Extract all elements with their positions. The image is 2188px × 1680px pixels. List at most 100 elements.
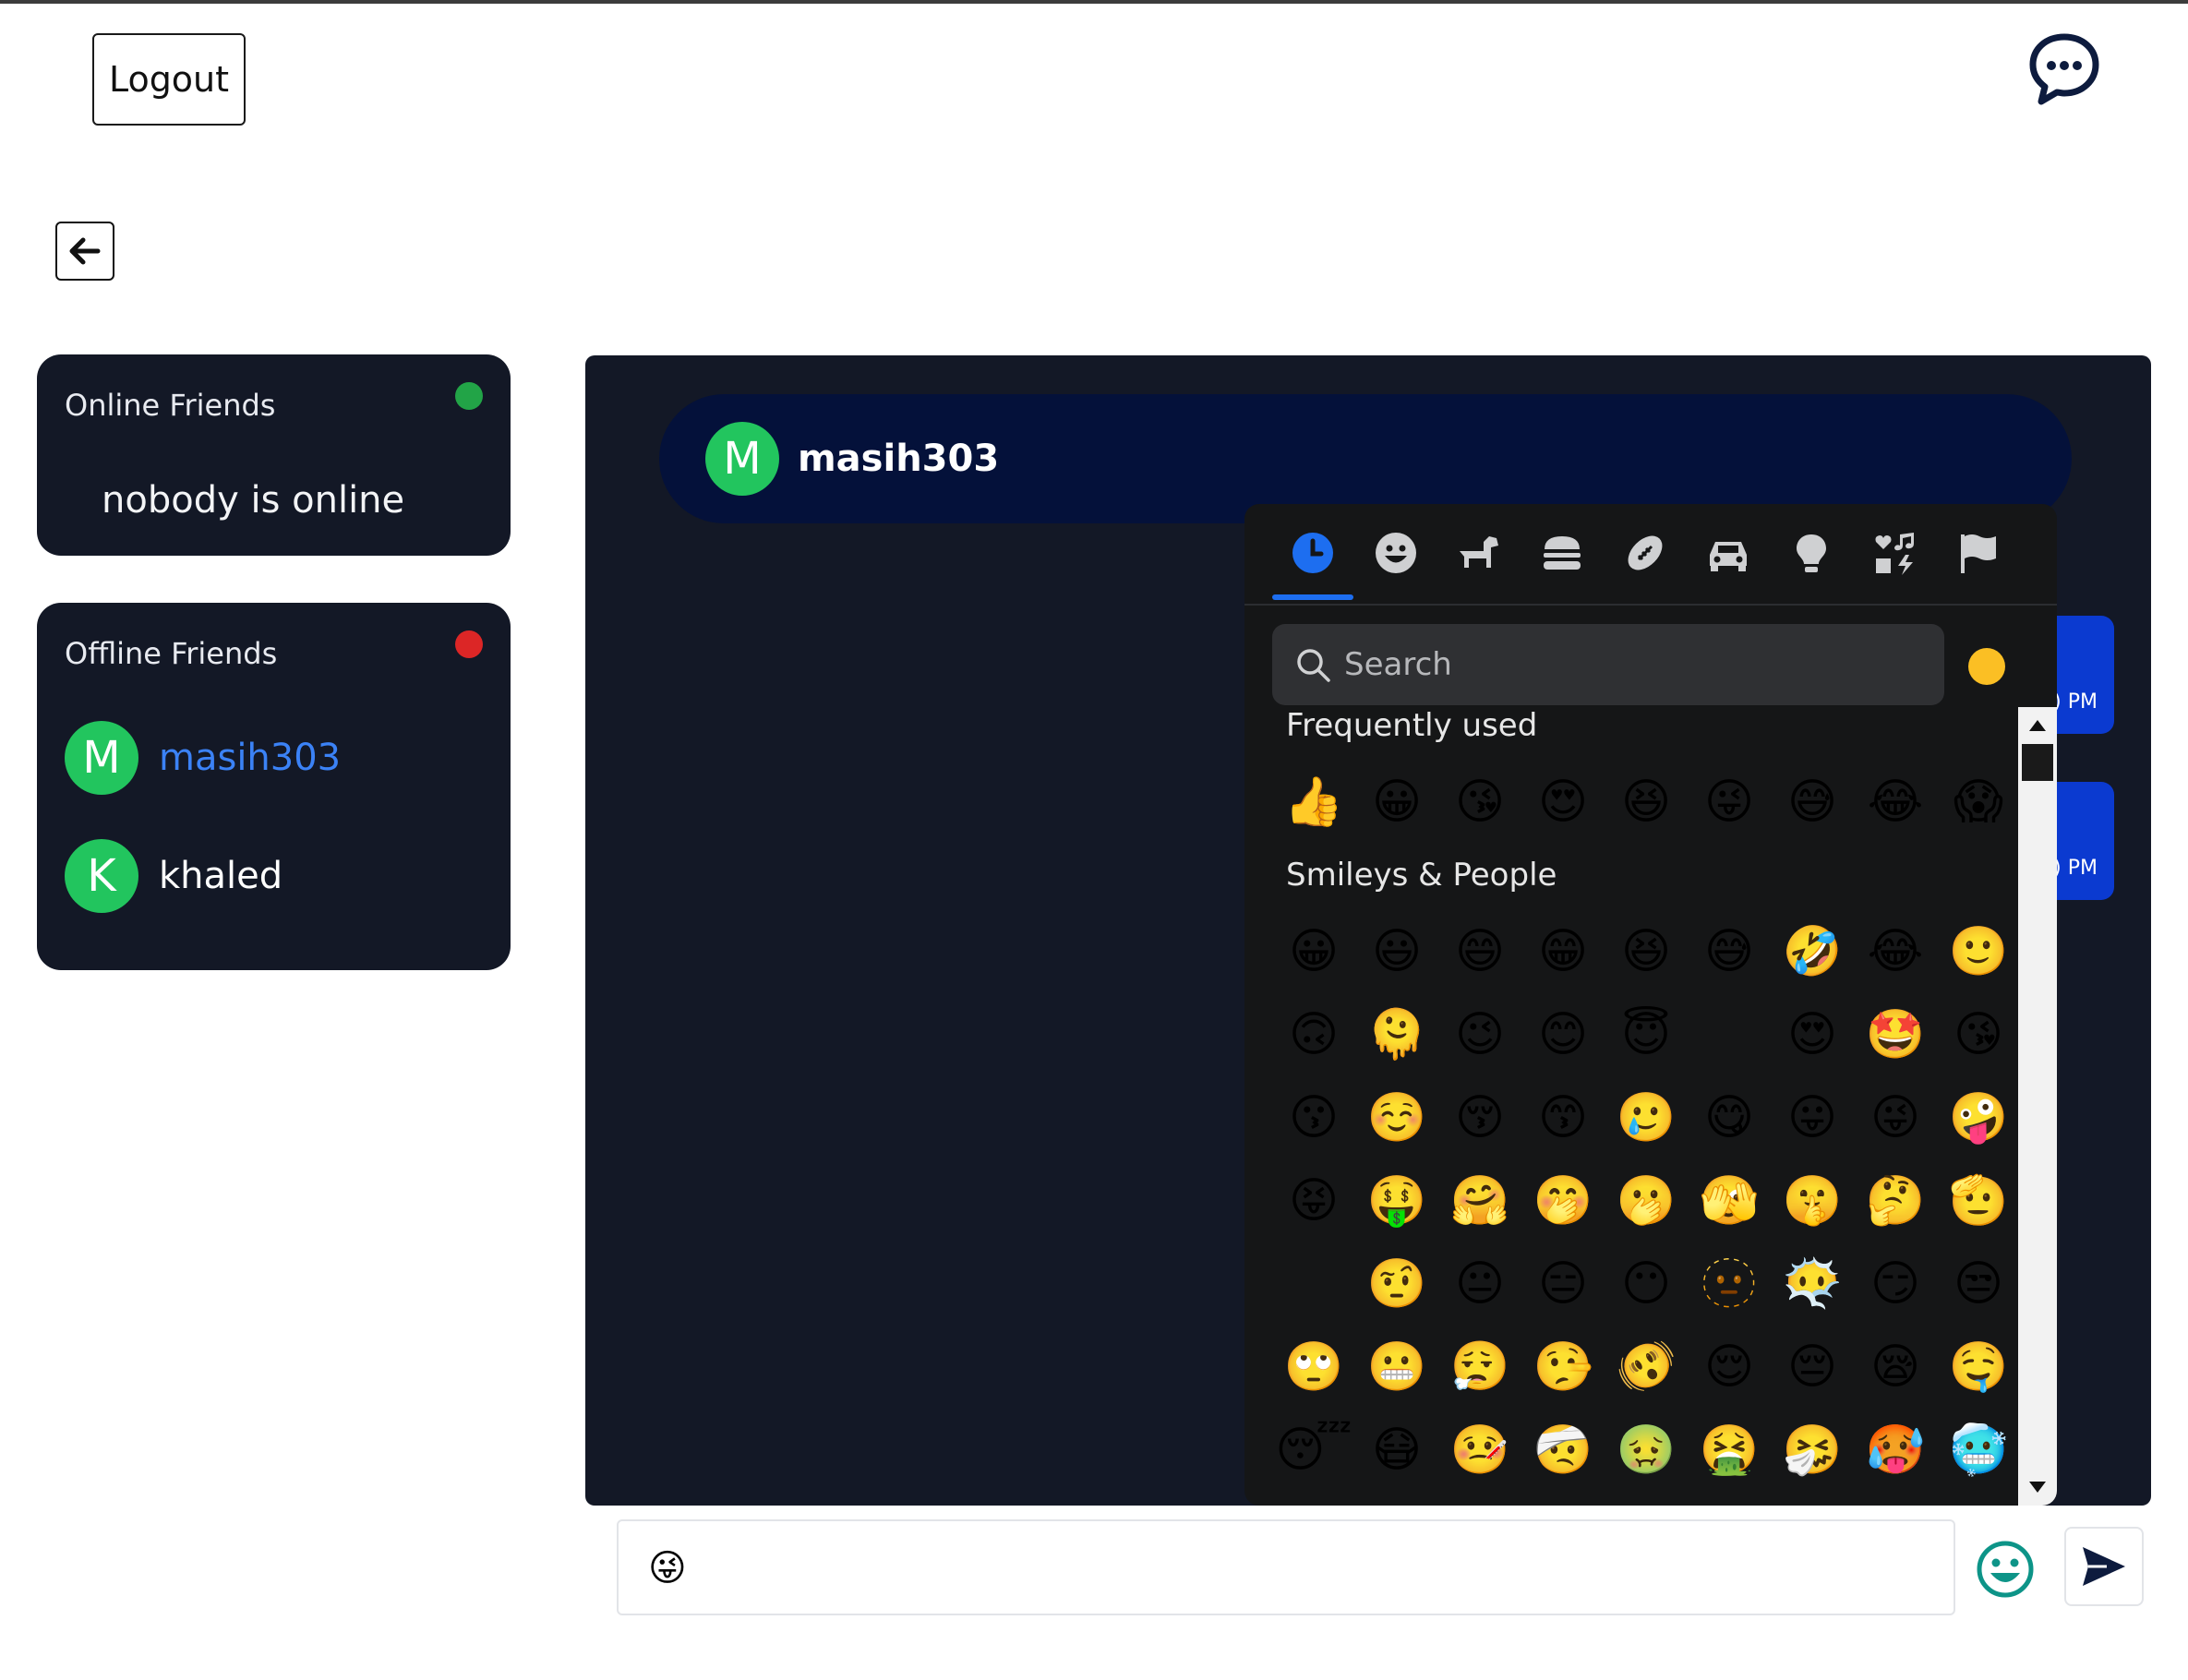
emoji-button[interactable]: 😉 (1438, 993, 1521, 1076)
emoji-button[interactable]: 🤫 (1771, 1159, 1854, 1242)
emoji-button[interactable]: 😍 (1521, 761, 1605, 844)
message-time: ) PM (2053, 857, 2098, 880)
scroll-up-icon[interactable] (2029, 720, 2046, 731)
top-border (0, 0, 2188, 4)
emoji-button[interactable]: 😂 (1854, 910, 1937, 993)
emoji-button[interactable]: 🫨 (1605, 1326, 1688, 1409)
football-icon[interactable] (1622, 530, 1668, 576)
emoji-button[interactable]: 🤭 (1521, 1159, 1605, 1242)
chat-bubble-ellipsis-icon[interactable] (2027, 31, 2101, 105)
emoji-button[interactable]: 😆 (1605, 761, 1688, 844)
emoji-button[interactable]: 🫣 (1688, 1159, 1771, 1242)
smiley-face-icon[interactable] (1976, 1540, 2035, 1599)
emoji-button[interactable]: 🤣 (1771, 910, 1854, 993)
skin-tone-selector[interactable] (1968, 648, 2005, 685)
dog-icon[interactable] (1456, 530, 1502, 576)
emoji-button[interactable]: 🫠 (1355, 993, 1438, 1076)
emoji-button[interactable]: 😷 (1355, 1409, 1438, 1492)
emoji-button[interactable]: 😁 (1521, 910, 1605, 993)
emoji-button[interactable]: 👍 (1272, 761, 1355, 844)
friend-item-khaled[interactable]: K khaled (65, 839, 283, 913)
emoji-button[interactable]: 😑 (1521, 1242, 1605, 1326)
send-arrow-icon (2083, 1547, 2125, 1586)
emoji-button[interactable]: 🤢 (1605, 1409, 1688, 1492)
emoji-button[interactable]: 😔 (1771, 1326, 1854, 1409)
emoji-button[interactable]: 😗 (1272, 1076, 1355, 1159)
emoji-scrollbar[interactable] (2018, 707, 2057, 1506)
logout-button[interactable]: Logout (92, 33, 246, 126)
emoji-button[interactable]: 😇 (1605, 993, 1688, 1076)
emoji-button[interactable]: 😏 (1854, 1242, 1937, 1326)
emoji-button[interactable]: 😬 (1355, 1326, 1438, 1409)
emoji-button[interactable]: 🤨 (1355, 1242, 1438, 1326)
emoji-button[interactable]: 😝 (1272, 1159, 1355, 1242)
emoji-button[interactable]: 😌 (1688, 1326, 1771, 1409)
emoji-button[interactable]: 😋 (1688, 1076, 1771, 1159)
emoji-button[interactable]: 🤗 (1438, 1159, 1521, 1242)
emoji-button[interactable]: 🤧 (1771, 1409, 1854, 1492)
burger-icon[interactable] (1539, 530, 1585, 576)
emoji-button[interactable]: 😅 (1688, 910, 1771, 993)
emoji-button[interactable]: 😃 (1355, 910, 1438, 993)
emoji-button[interactable]: 🥵 (1854, 1409, 1937, 1492)
emoji-button[interactable]: 🤮 (1688, 1409, 1771, 1492)
smileys-people-title: Smileys & People (1286, 857, 1557, 894)
emoji-button[interactable]: 🤥 (1521, 1326, 1605, 1409)
emoji-button[interactable]: 😍 (1771, 993, 1854, 1076)
emoji-button[interactable]: 🙃 (1272, 993, 1355, 1076)
emoji-button[interactable]: 😄 (1438, 910, 1521, 993)
emoji-button[interactable]: 😀 (1272, 910, 1355, 993)
emoji-button[interactable]: 😊 (1521, 993, 1605, 1076)
emoji-button[interactable]: 🥶 (1937, 1409, 2018, 1492)
emoji-button[interactable]: 🤩 (1854, 993, 1937, 1076)
emoji-button[interactable]: 🫢 (1605, 1159, 1688, 1242)
emoji-button[interactable]: 😶 (1605, 1242, 1688, 1326)
flag-icon[interactable] (1954, 530, 2001, 576)
emoji-search-input[interactable] (1342, 636, 1900, 693)
friend-item-masih303[interactable]: M masih303 (65, 721, 341, 795)
scroll-down-icon[interactable] (2029, 1482, 2046, 1493)
emoji-button[interactable]: 🥲 (1605, 1076, 1688, 1159)
emoji-button[interactable]: 🤪 (1937, 1076, 2018, 1159)
emoji-button[interactable]: 😆 (1605, 910, 1688, 993)
emoji-button[interactable]: 😚 (1438, 1076, 1521, 1159)
emoji-button[interactable]: 😀 (1355, 761, 1438, 844)
emoji-button[interactable]: 😴 (1272, 1409, 1355, 1492)
emoji-picker: Frequently used 👍😀😘😍😆😜😅😂😱 Smileys & Peop… (1244, 504, 2057, 1506)
emoji-button[interactable]: 🤑 (1355, 1159, 1438, 1242)
emoji-button[interactable]: 😐 (1438, 1242, 1521, 1326)
emoji-button[interactable]: 😅 (1771, 761, 1854, 844)
emoji-button[interactable]: 🤒 (1438, 1409, 1521, 1492)
emoji-button[interactable]: 🤔 (1854, 1159, 1937, 1242)
emoji-button[interactable]: 😙 (1521, 1076, 1605, 1159)
emoji-button[interactable]: 🙂 (1937, 910, 2018, 993)
emoji-button[interactable]: 😶‍🌫️ (1771, 1242, 1854, 1326)
scrollbar-thumb[interactable] (2022, 744, 2053, 781)
emoji-button[interactable]: 🫥 (1688, 1242, 1771, 1326)
emoji-button[interactable]: 😒 (1937, 1242, 2018, 1326)
emoji-button[interactable]: 😮‍💨 (1438, 1326, 1521, 1409)
emoji-button[interactable]: 😂 (1854, 761, 1937, 844)
emoji-button[interactable]: 🤤 (1937, 1326, 2018, 1409)
emoji-button[interactable]: 😘 (1438, 761, 1521, 844)
avatar: M (65, 721, 138, 795)
lightbulb-icon[interactable] (1788, 530, 1834, 576)
emoji-button[interactable]: 😘 (1937, 993, 2018, 1076)
emoji-button[interactable]: 🫡 (1937, 1159, 2018, 1242)
emoji-button[interactable]: 😜 (1854, 1076, 1937, 1159)
smiley-icon[interactable] (1373, 530, 1419, 576)
emoji-button[interactable]: 😱 (1937, 761, 2018, 844)
emoji-button[interactable]: ☺️ (1355, 1076, 1438, 1159)
emoji-button[interactable]: 😪 (1854, 1326, 1937, 1409)
emoji-button[interactable]: 🤕 (1521, 1409, 1605, 1492)
avatar: M (705, 422, 779, 496)
music-heart-icon[interactable] (1871, 530, 1918, 576)
send-button[interactable] (2064, 1527, 2144, 1606)
message-input[interactable] (646, 1538, 1924, 1599)
clock-icon[interactable] (1290, 530, 1336, 576)
back-button[interactable] (55, 222, 114, 281)
emoji-button[interactable]: 😛 (1771, 1076, 1854, 1159)
emoji-button[interactable]: 😜 (1688, 761, 1771, 844)
emoji-button[interactable]: 🙄 (1272, 1326, 1355, 1409)
car-icon[interactable] (1705, 530, 1751, 576)
